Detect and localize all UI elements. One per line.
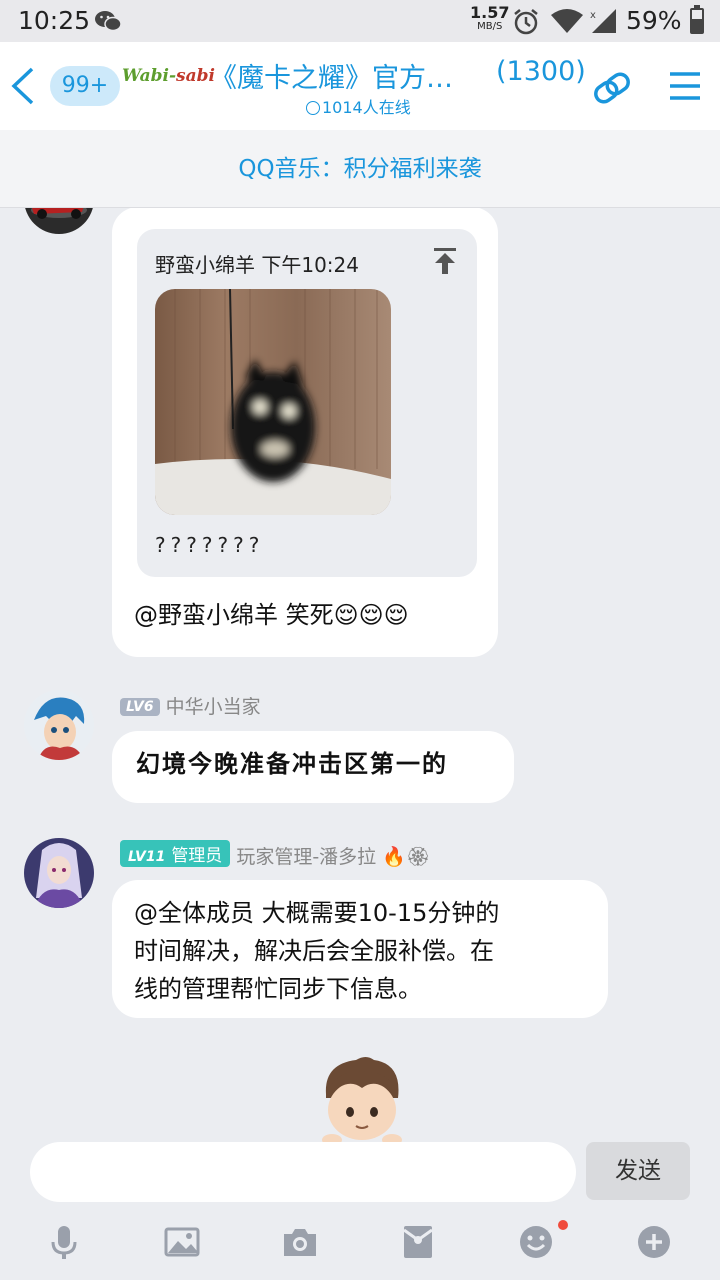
status-bar: 10:25 1.57 MB/S x 59% (0, 0, 720, 42)
level-badge: LV6 (120, 698, 160, 716)
unread-badge[interactable]: 99+ (50, 66, 120, 106)
red-packet-icon[interactable] (400, 1224, 436, 1260)
quoted-reply[interactable]: 野蛮小绵羊 下午10:24 ??????? (137, 229, 477, 577)
battery-icon (690, 5, 704, 34)
sender-name[interactable]: 玩家管理-潘多拉 🔥🏵 (236, 846, 430, 868)
message-text: 幻境今晚准备冲击区第一的 (136, 749, 448, 778)
message-bubble[interactable]: 幻境今晚准备冲击区第一的 (112, 731, 514, 803)
alarm-icon (514, 9, 538, 35)
member-count[interactable]: (1300) (496, 56, 586, 87)
wifi-icon (551, 9, 583, 33)
group-logo: Wabi-sabi (122, 66, 215, 86)
announcement-banner[interactable]: QQ音乐：积分福利来袭 (0, 130, 720, 208)
chat-header: 99+ Wabi-sabi 《魔卡之耀》官方… (1300) 1014人在线 (0, 42, 720, 130)
sender-info: LV11 管理员 玩家管理-潘多拉 🔥🏵 (120, 840, 430, 869)
menu-icon[interactable] (668, 70, 702, 102)
send-button[interactable]: 发送 (586, 1142, 690, 1200)
reply-text: ??????? (155, 533, 265, 557)
message-input[interactable] (30, 1142, 576, 1202)
camera-icon[interactable] (282, 1224, 318, 1260)
wechat-icon (95, 11, 122, 32)
avatar[interactable] (24, 838, 94, 908)
emoji-icon[interactable] (518, 1224, 554, 1260)
signal-icon: x (590, 9, 616, 33)
cat-photo-image[interactable] (155, 289, 391, 515)
net-speed: 1.57 MB/S (470, 3, 510, 33)
status-time: 10:25 (18, 6, 91, 35)
peeking-boy-sticker[interactable] (316, 1054, 408, 1144)
avatar[interactable] (24, 690, 94, 760)
input-area: 发送 (0, 1142, 720, 1280)
notification-dot (558, 1220, 568, 1230)
back-arrow-icon[interactable] (8, 66, 38, 106)
online-chevron-icon (306, 101, 320, 115)
reply-author-time: 野蛮小绵羊 下午10:24 (155, 253, 359, 277)
message-text: @全体成员 大概需要10-15分钟的 时间解决，解决后会全服补偿。在 线的管理帮… (134, 899, 500, 1003)
share-link-icon[interactable] (590, 66, 634, 110)
message-text: @野蛮小绵羊 笑死😌😌😌 (134, 601, 409, 629)
sender-info: LV6 中华小当家 (120, 692, 261, 719)
message-bubble[interactable]: @全体成员 大概需要10-15分钟的 时间解决，解决后会全服补偿。在 线的管理帮… (112, 880, 608, 1018)
sender-name[interactable]: 中华小当家 (166, 696, 261, 718)
image-icon[interactable] (164, 1224, 200, 1260)
admin-badge: LV11 管理员 (120, 840, 231, 867)
plus-icon[interactable] (636, 1224, 672, 1260)
battery-fill (692, 19, 702, 32)
jump-to-top-icon[interactable] (433, 247, 457, 275)
svg-text:x: x (590, 10, 596, 21)
battery-percent: 59% (626, 6, 682, 35)
group-title[interactable]: 《魔卡之耀》官方… (210, 56, 480, 95)
microphone-icon[interactable] (46, 1224, 82, 1260)
online-count: 1014人在线 (306, 94, 411, 118)
